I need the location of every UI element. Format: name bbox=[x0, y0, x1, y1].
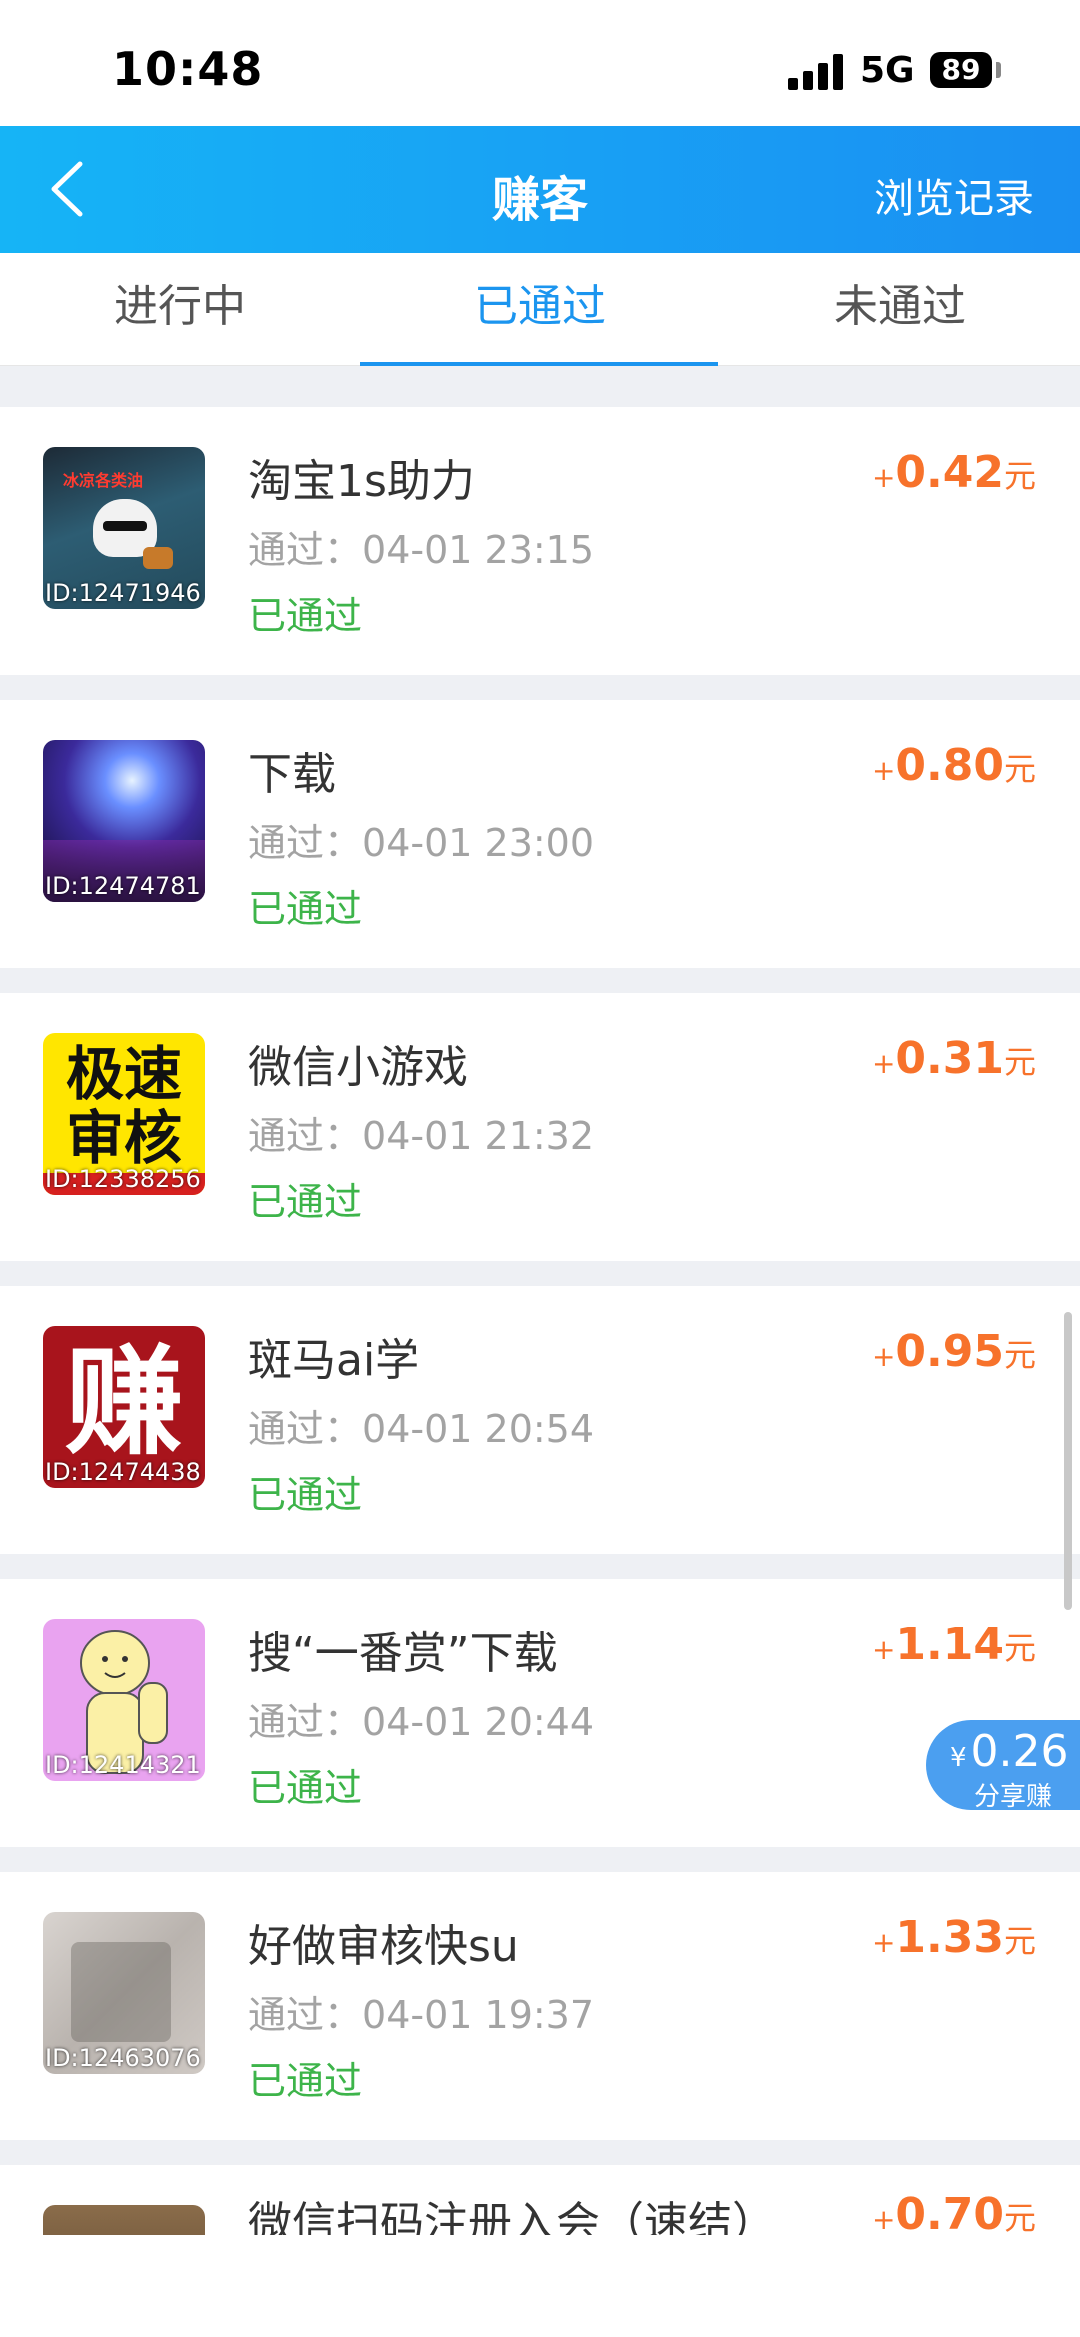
thumbnail-caption-line-1: 极速 bbox=[65, 1040, 182, 1108]
task-card[interactable]: 极速 审核 ID:12338256 微信小游戏 通过：04-01 21:32 已… bbox=[0, 993, 1080, 1261]
status-bar: 10:48 5G 89 bbox=[0, 0, 1080, 126]
battery-icon: 89 bbox=[930, 52, 992, 88]
status-badge: 已通过 bbox=[248, 1766, 363, 1810]
tab-approved[interactable]: 已通过 bbox=[360, 253, 720, 365]
scrollbar[interactable] bbox=[1064, 1312, 1072, 1610]
task-title: 下载 bbox=[248, 749, 336, 800]
task-title: 搜“一番赏”下载 bbox=[248, 1628, 558, 1679]
status-badge: 已通过 bbox=[248, 2059, 363, 2103]
tab-in-progress[interactable]: 进行中 bbox=[0, 253, 360, 365]
task-title: 微信扫码注册入会（速结） bbox=[248, 2198, 776, 2235]
approved-time: 通过：04-01 20:54 bbox=[248, 1407, 595, 1451]
task-thumbnail bbox=[43, 2205, 205, 2235]
status-badge: 已通过 bbox=[248, 1180, 363, 1224]
nav-bar: 赚客 浏览记录 bbox=[0, 126, 1080, 253]
browse-history-button[interactable]: 浏览记录 bbox=[874, 166, 1034, 224]
task-thumbnail: 极速 审核 ID:12338256 bbox=[43, 1033, 205, 1195]
thumbnail-caption-line-2: 审核 bbox=[65, 1104, 182, 1172]
task-id: ID:12474438 bbox=[45, 1458, 201, 1486]
battery-tip bbox=[996, 62, 1001, 78]
status-badge: 已通过 bbox=[248, 1473, 363, 1517]
task-card[interactable]: 冰凉各类油 ID:12471946 淘宝1s助力 通过：04-01 23:15 … bbox=[0, 407, 1080, 675]
signal-icon bbox=[788, 54, 846, 90]
sunglasses-image bbox=[103, 521, 147, 531]
drink-image bbox=[143, 547, 173, 569]
task-list: 冰凉各类油 ID:12471946 淘宝1s助力 通过：04-01 23:15 … bbox=[0, 365, 1080, 2235]
task-thumbnail: ID:12463076 bbox=[43, 1912, 205, 2074]
task-thumbnail: 赚 ID:12474438 bbox=[43, 1326, 205, 1488]
status-badge: 已通过 bbox=[248, 594, 363, 638]
thumbnail-caption: 冰凉各类油 bbox=[63, 471, 144, 490]
task-card[interactable]: ID:12463076 好做审核快su 通过：04-01 19:37 已通过 +… bbox=[0, 1872, 1080, 2140]
task-id: ID:12338256 bbox=[45, 1165, 201, 1193]
status-badge: 已通过 bbox=[248, 887, 363, 931]
reward-amount: +0.70元 bbox=[871, 2189, 1036, 2235]
task-card[interactable]: ID:12414321 搜“一番赏”下载 通过：04-01 20:44 已通过 … bbox=[0, 1579, 1080, 1847]
approved-time: 通过：04-01 23:00 bbox=[248, 821, 595, 865]
task-card[interactable]: ID:12474781 下载 通过：04-01 23:00 已通过 +0.80元 bbox=[0, 700, 1080, 968]
reward-amount: +1.33元 bbox=[871, 1912, 1036, 1963]
bottom-safe-area bbox=[0, 2235, 1080, 2337]
approved-time: 通过：04-01 19:37 bbox=[248, 1993, 595, 2037]
task-id: ID:12463076 bbox=[45, 2044, 201, 2072]
task-title: 淘宝1s助力 bbox=[248, 456, 475, 507]
task-card[interactable]: 赚 ID:12474438 斑马ai学 通过：04-01 20:54 已通过 +… bbox=[0, 1286, 1080, 1554]
task-thumbnail: 冰凉各类油 ID:12471946 bbox=[43, 447, 205, 609]
network-label: 5G bbox=[860, 50, 915, 91]
task-id: ID:12474781 bbox=[45, 872, 201, 900]
reward-amount: +0.80元 bbox=[871, 740, 1036, 791]
reward-amount: +1.14元 bbox=[871, 1619, 1036, 1670]
approved-time: 通过：04-01 21:32 bbox=[248, 1114, 595, 1158]
reward-amount: +0.31元 bbox=[871, 1033, 1036, 1084]
share-amount: ¥0.26 bbox=[950, 1726, 1069, 1777]
status-time: 10:48 bbox=[112, 42, 264, 96]
status-tabs: 进行中 已通过 未通过 bbox=[0, 253, 1080, 366]
task-thumbnail: ID:12414321 bbox=[43, 1619, 205, 1781]
task-title: 好做审核快su bbox=[248, 1921, 519, 1972]
tab-rejected[interactable]: 未通过 bbox=[720, 253, 1080, 365]
task-id: ID:12471946 bbox=[45, 579, 201, 607]
task-id: ID:12414321 bbox=[45, 1751, 201, 1779]
task-title: 斑马ai学 bbox=[248, 1335, 420, 1386]
reward-amount: +0.42元 bbox=[871, 447, 1036, 498]
share-label: 分享赚 bbox=[974, 1782, 1053, 1812]
task-thumbnail: ID:12474781 bbox=[43, 740, 205, 902]
task-title: 微信小游戏 bbox=[248, 1042, 468, 1093]
approved-time: 通过：04-01 23:15 bbox=[248, 528, 595, 572]
share-earn-button[interactable]: ¥0.26 分享赚 bbox=[926, 1720, 1080, 1812]
approved-time: 通过：04-01 20:44 bbox=[248, 1700, 595, 1744]
reward-amount: +0.95元 bbox=[871, 1326, 1036, 1377]
handwriting-image bbox=[71, 1942, 171, 2042]
task-card[interactable]: 微信扫码注册入会（速结） +0.70元 bbox=[0, 2165, 1080, 2235]
thumbnail-caption: 赚 bbox=[64, 1333, 183, 1471]
